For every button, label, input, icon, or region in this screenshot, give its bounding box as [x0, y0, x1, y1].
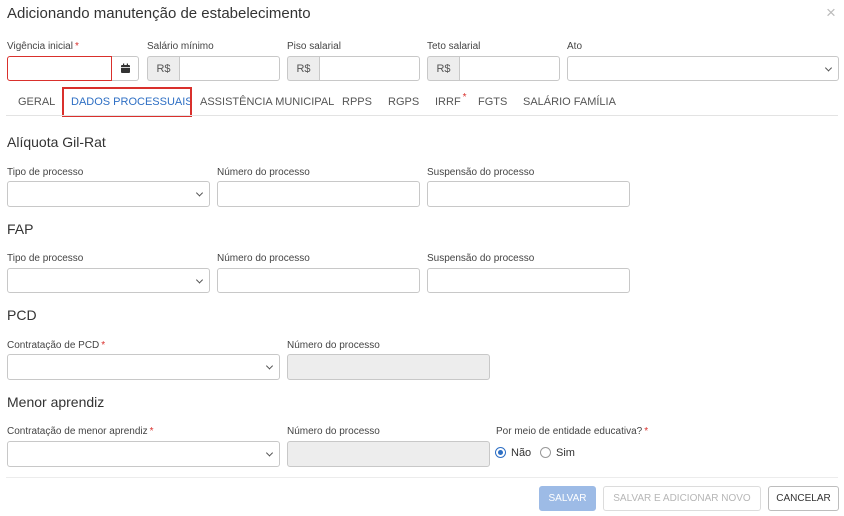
gilrat-numero-processo-input[interactable]	[217, 181, 420, 207]
currency-addon: R$	[147, 56, 179, 81]
required-mark: *	[462, 92, 467, 103]
dialog-title: Adicionando manutenção de estabeleciment…	[7, 5, 311, 22]
chevron-down-icon	[265, 449, 274, 457]
close-icon[interactable]: ×	[826, 4, 836, 22]
numero-processo-label: Número do processo	[217, 253, 310, 264]
section-title-gilrat: Alíquota Gil-Rat	[7, 134, 106, 150]
contratacao-pcd-label: Contratação de PCD *	[7, 340, 106, 351]
active-tab-highlight	[62, 87, 192, 117]
tab-irrf[interactable]: IRRF *	[435, 92, 467, 108]
tab-assistencia-municipal[interactable]: ASSISTÊNCIA MUNICIPAL	[200, 96, 334, 108]
teto-salarial-input[interactable]	[459, 56, 560, 81]
ato-label: Ato	[567, 41, 583, 52]
section-title-menor-aprendiz: Menor aprendiz	[7, 394, 105, 410]
pcd-numero-processo-input	[287, 354, 490, 380]
vigencia-label: Vigência inicial *	[7, 41, 79, 52]
footer-divider	[6, 477, 838, 478]
radio-nao-label: Não	[511, 447, 532, 459]
salario-minimo-label: Salário mínimo	[147, 41, 214, 52]
numero-processo-label: Número do processo	[287, 340, 380, 351]
numero-processo-label: Número do processo	[287, 426, 380, 437]
save-button[interactable]: SALVAR	[539, 486, 596, 511]
fap-numero-processo-input[interactable]	[217, 268, 420, 293]
tab-rgps[interactable]: RGPS	[388, 96, 419, 108]
tab-salario-familia[interactable]: SALÁRIO FAMÍLIA	[523, 96, 616, 108]
section-title-fap: FAP	[7, 221, 34, 237]
chevron-down-icon	[195, 189, 204, 197]
vigencia-input[interactable]	[7, 56, 112, 81]
chevron-down-icon	[195, 275, 204, 284]
tab-fgts[interactable]: FGTS	[478, 96, 507, 108]
currency-addon: R$	[427, 56, 459, 81]
currency-addon: R$	[287, 56, 319, 81]
numero-processo-label: Número do processo	[217, 167, 310, 178]
tab-rpps[interactable]: RPPS	[342, 96, 372, 108]
fap-tipo-processo-select[interactable]	[7, 268, 210, 293]
gilrat-suspensao-processo-input[interactable]	[427, 181, 630, 207]
chevron-down-icon	[265, 362, 274, 370]
contratacao-menor-select[interactable]	[7, 441, 280, 467]
cancel-button[interactable]: CANCELAR	[768, 486, 839, 511]
suspensao-processo-label: Suspensão do processo	[427, 253, 535, 264]
menor-numero-processo-input	[287, 441, 490, 467]
piso-salarial-input[interactable]	[319, 56, 420, 81]
piso-salarial-label: Piso salarial	[287, 41, 341, 52]
ato-select[interactable]	[567, 56, 839, 81]
suspensao-processo-label: Suspensão do processo	[427, 167, 535, 178]
tabs-divider	[6, 115, 838, 116]
salario-minimo-input[interactable]	[179, 56, 280, 81]
chevron-down-icon	[824, 63, 833, 72]
section-title-pcd: PCD	[7, 307, 37, 323]
radio-sim[interactable]	[540, 447, 551, 458]
contratacao-pcd-select[interactable]	[7, 354, 280, 380]
fap-suspensao-processo-input[interactable]	[427, 268, 630, 293]
gilrat-tipo-processo-select[interactable]	[7, 181, 210, 207]
entidade-educativa-label: Por meio de entidade educativa? *	[496, 426, 649, 437]
tab-geral[interactable]: GERAL	[18, 96, 55, 108]
teto-salarial-label: Teto salarial	[427, 41, 481, 52]
radio-sim-label: Sim	[556, 447, 575, 459]
tab-irrf-label: IRRF	[435, 96, 461, 108]
contratacao-menor-label: Contratação de menor aprendiz *	[7, 426, 154, 437]
calendar-button[interactable]	[112, 56, 139, 81]
tipo-processo-label: Tipo de processo	[7, 253, 84, 264]
radio-nao[interactable]	[495, 447, 506, 458]
save-and-add-new-button[interactable]: SALVAR E ADICIONAR NOVO	[603, 486, 761, 511]
tipo-processo-label: Tipo de processo	[7, 167, 84, 178]
calendar-icon	[120, 63, 130, 73]
